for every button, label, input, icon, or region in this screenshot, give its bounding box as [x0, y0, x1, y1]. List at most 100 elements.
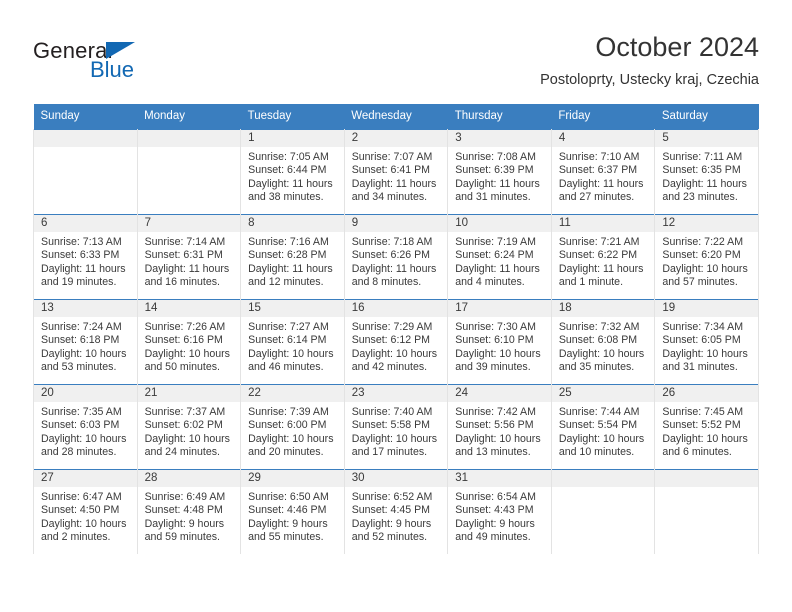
sunset-text: Sunset: 5:54 PM	[558, 419, 638, 432]
calendar-day-cell[interactable]: 7 Sunrise: 7:14 AM Sunset: 6:31 PM Daylight…	[136, 214, 242, 300]
calendar-day-cell[interactable]: 9 Sunrise: 7:18 AM Sunset: 6:26 PM Daylight…	[343, 214, 449, 300]
calendar-week-row: 1 Sunrise: 7:05 AM Sunset: 6:44 PM Daylight…	[33, 129, 759, 215]
day-number: 16	[344, 300, 448, 317]
sunset-text: Sunset: 4:45 PM	[351, 504, 431, 517]
weekday-header-saturday: Saturday	[654, 104, 759, 130]
daylight-text: Daylight: 11 hours and 27 minutes.	[558, 177, 644, 203]
day-number: 9	[344, 215, 448, 232]
day-number: 26	[655, 385, 758, 402]
calendar-day-cell[interactable]: 11 Sunrise: 7:21 AM Sunset: 6:22 PM Dayligh…	[550, 214, 656, 300]
sunset-text: Sunset: 4:50 PM	[41, 504, 120, 517]
sunrise-text: Sunrise: 7:45 AM	[662, 406, 744, 418]
day-number: 7	[137, 215, 241, 232]
day-number: 18	[551, 300, 655, 317]
day-details: Sunrise: 7:18 AM Sunset: 6:26 PM Daylight:…	[345, 232, 448, 289]
calendar-day-cell[interactable]: 29 Sunrise: 6:50 AM Sunset: 4:46 PM Dayligh…	[240, 469, 345, 554]
day-details: Sunrise: 7:22 AM Sunset: 6:20 PM Daylight:…	[655, 232, 758, 289]
day-number	[34, 130, 137, 147]
calendar-day-cell[interactable]: 15 Sunrise: 7:27 AM Sunset: 6:14 PM Dayligh…	[240, 299, 345, 385]
sunset-text: Sunset: 6:12 PM	[351, 334, 431, 347]
calendar-cell-empty	[550, 469, 656, 554]
calendar-day-cell[interactable]: 27 Sunrise: 6:47 AM Sunset: 4:50 PM Dayligh…	[33, 469, 138, 554]
calendar-day-cell[interactable]: 8 Sunrise: 7:16 AM Sunset: 6:28 PM Daylight…	[240, 214, 345, 300]
sunset-text: Sunset: 6:28 PM	[248, 249, 327, 262]
weekday-header-tuesday: Tuesday	[240, 104, 345, 130]
sunset-text: Sunset: 6:39 PM	[455, 164, 534, 177]
calendar-day-cell[interactable]: 12 Sunrise: 7:22 AM Sunset: 6:20 PM Dayligh…	[654, 214, 759, 300]
calendar-day-cell[interactable]: 13 Sunrise: 7:24 AM Sunset: 6:18 PM Dayligh…	[33, 299, 138, 385]
daylight-text: Daylight: 10 hours and 24 minutes.	[144, 432, 230, 458]
calendar-day-cell[interactable]: 14 Sunrise: 7:26 AM Sunset: 6:16 PM Dayligh…	[136, 299, 242, 385]
logo-text-blue: Blue	[90, 57, 135, 82]
day-details: Sunrise: 7:14 AM Sunset: 6:31 PM Daylight:…	[138, 232, 241, 289]
calendar-cell-empty	[33, 129, 138, 215]
daylight-text: Daylight: 10 hours and 35 minutes.	[558, 347, 645, 373]
calendar-day-cell[interactable]: 22 Sunrise: 7:39 AM Sunset: 6:00 PM Dayligh…	[240, 384, 345, 470]
calendar-day-cell[interactable]: 23 Sunrise: 7:40 AM Sunset: 5:58 PM Dayligh…	[343, 384, 449, 470]
calendar-day-cell[interactable]: 10 Sunrise: 7:19 AM Sunset: 6:24 PM Dayligh…	[447, 214, 552, 300]
sunrise-text: Sunrise: 7:32 AM	[558, 321, 640, 333]
calendar-day-cell[interactable]: 19 Sunrise: 7:34 AM Sunset: 6:05 PM Dayligh…	[654, 299, 759, 385]
weekday-header-sunday: Sunday	[33, 104, 138, 130]
sunset-text: Sunset: 6:02 PM	[144, 419, 223, 432]
calendar-week-row: 13 Sunrise: 7:24 AM Sunset: 6:18 PM Dayligh…	[33, 299, 759, 385]
day-number: 21	[137, 385, 241, 402]
calendar-day-cell[interactable]: 2 Sunrise: 7:07 AM Sunset: 6:41 PM Daylight…	[343, 129, 449, 215]
day-number: 20	[34, 385, 137, 402]
calendar-day-cell[interactable]: 20 Sunrise: 7:35 AM Sunset: 6:03 PM Dayligh…	[33, 384, 138, 470]
calendar-day-cell[interactable]: 17 Sunrise: 7:30 AM Sunset: 6:10 PM Dayligh…	[447, 299, 552, 385]
sunset-text: Sunset: 6:26 PM	[351, 249, 431, 262]
day-details: Sunrise: 7:21 AM Sunset: 6:22 PM Daylight:…	[552, 232, 655, 289]
sunrise-text: Sunrise: 6:54 AM	[455, 491, 536, 503]
day-number: 5	[655, 130, 758, 147]
day-details: Sunrise: 7:05 AM Sunset: 6:44 PM Daylight:…	[241, 147, 344, 204]
day-number: 27	[34, 470, 137, 487]
day-number: 8	[241, 215, 344, 232]
sunrise-text: Sunrise: 6:47 AM	[41, 491, 122, 503]
calendar-day-cell[interactable]: 4 Sunrise: 7:10 AM Sunset: 6:37 PM Daylight…	[550, 129, 656, 215]
calendar-day-cell[interactable]: 28 Sunrise: 6:49 AM Sunset: 4:48 PM Dayligh…	[136, 469, 242, 554]
sunset-text: Sunset: 6:00 PM	[248, 419, 327, 432]
calendar-day-cell[interactable]: 26 Sunrise: 7:45 AM Sunset: 5:52 PM Dayligh…	[654, 384, 759, 470]
day-number	[655, 470, 758, 487]
title-block: October 2024 Postoloprty, Ustecky kraj, …	[540, 30, 759, 90]
daylight-text: Daylight: 10 hours and 10 minutes.	[558, 432, 645, 458]
sunrise-text: Sunrise: 7:37 AM	[144, 406, 226, 418]
sunset-text: Sunset: 6:10 PM	[455, 334, 534, 347]
daylight-text: Daylight: 10 hours and 17 minutes.	[351, 432, 438, 458]
calendar-day-cell[interactable]: 3 Sunrise: 7:08 AM Sunset: 6:39 PM Daylight…	[447, 129, 552, 215]
calendar-day-cell[interactable]: 18 Sunrise: 7:32 AM Sunset: 6:08 PM Dayligh…	[550, 299, 656, 385]
calendar-day-cell[interactable]: 1 Sunrise: 7:05 AM Sunset: 6:44 PM Daylight…	[240, 129, 345, 215]
daylight-text: Daylight: 9 hours and 55 minutes.	[248, 517, 328, 543]
calendar-day-cell[interactable]: 16 Sunrise: 7:29 AM Sunset: 6:12 PM Dayligh…	[343, 299, 449, 385]
daylight-text: Daylight: 10 hours and 31 minutes.	[662, 347, 748, 373]
day-details: Sunrise: 7:32 AM Sunset: 6:08 PM Daylight:…	[552, 317, 655, 374]
daylight-text: Daylight: 9 hours and 49 minutes.	[455, 517, 535, 543]
daylight-text: Daylight: 10 hours and 53 minutes.	[41, 347, 127, 373]
sunset-text: Sunset: 6:05 PM	[662, 334, 741, 347]
sunrise-text: Sunrise: 7:08 AM	[455, 151, 536, 163]
day-details: Sunrise: 7:24 AM Sunset: 6:18 PM Daylight:…	[34, 317, 137, 374]
calendar-day-cell[interactable]: 21 Sunrise: 7:37 AM Sunset: 6:02 PM Dayligh…	[136, 384, 242, 470]
daylight-text: Daylight: 9 hours and 52 minutes.	[351, 517, 432, 543]
calendar-day-cell[interactable]: 6 Sunrise: 7:13 AM Sunset: 6:33 PM Daylight…	[33, 214, 138, 300]
daylight-text: Daylight: 11 hours and 12 minutes.	[248, 262, 333, 288]
sunset-text: Sunset: 5:58 PM	[351, 419, 431, 432]
daylight-text: Daylight: 10 hours and 39 minutes.	[455, 347, 541, 373]
calendar-day-cell[interactable]: 30 Sunrise: 6:52 AM Sunset: 4:45 PM Dayligh…	[343, 469, 449, 554]
day-number: 22	[241, 385, 344, 402]
calendar-day-cell[interactable]: 25 Sunrise: 7:44 AM Sunset: 5:54 PM Dayligh…	[550, 384, 656, 470]
calendar-day-cell[interactable]: 5 Sunrise: 7:11 AM Sunset: 6:35 PM Daylight…	[654, 129, 759, 215]
calendar-day-cell[interactable]: 24 Sunrise: 7:42 AM Sunset: 5:56 PM Dayligh…	[447, 384, 552, 470]
page-subtitle: Postoloprty, Ustecky kraj, Czechia	[540, 72, 759, 88]
sunrise-text: Sunrise: 7:22 AM	[662, 236, 744, 248]
sunset-text: Sunset: 6:41 PM	[351, 164, 431, 177]
sunrise-text: Sunrise: 7:05 AM	[248, 151, 329, 163]
day-details: Sunrise: 7:27 AM Sunset: 6:14 PM Daylight:…	[241, 317, 344, 374]
calendar-day-cell[interactable]: 31 Sunrise: 6:54 AM Sunset: 4:43 PM Dayligh…	[447, 469, 552, 554]
sunrise-text: Sunrise: 7:26 AM	[144, 321, 226, 333]
day-details: Sunrise: 7:44 AM Sunset: 5:54 PM Daylight:…	[552, 402, 655, 459]
sunrise-text: Sunrise: 7:29 AM	[351, 321, 433, 333]
day-number: 30	[344, 470, 448, 487]
sunrise-text: Sunrise: 7:24 AM	[41, 321, 122, 333]
